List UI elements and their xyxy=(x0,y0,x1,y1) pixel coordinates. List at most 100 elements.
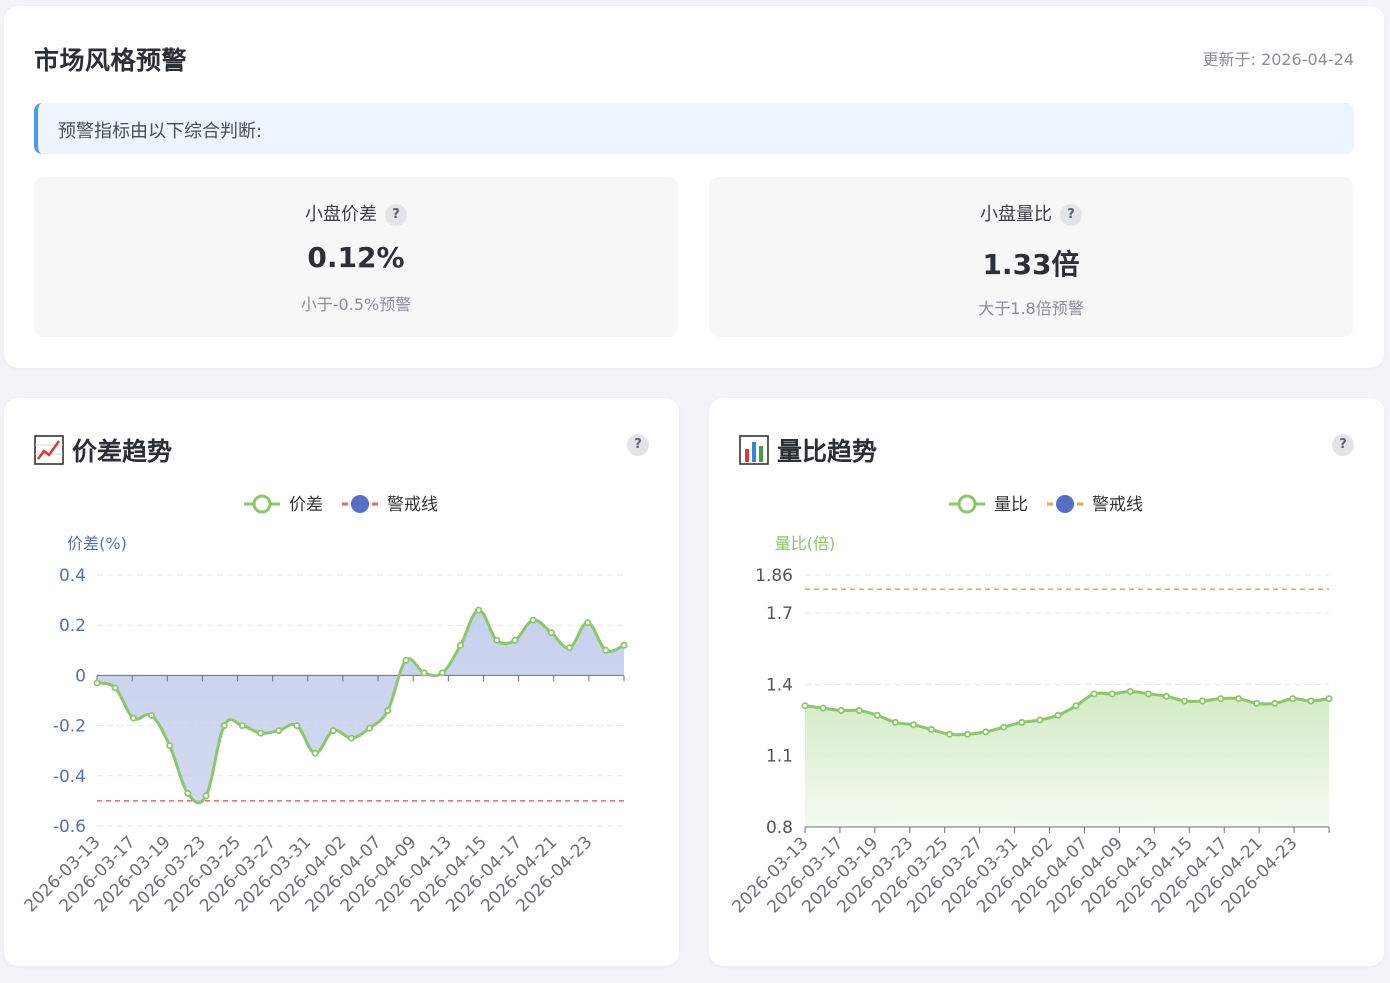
data-point xyxy=(584,619,592,627)
data-point xyxy=(1090,690,1098,698)
data-point xyxy=(475,606,483,614)
data-point xyxy=(1072,702,1080,710)
data-point xyxy=(1289,695,1297,703)
data-point xyxy=(93,679,101,687)
y-axis-title: 价差(%) xyxy=(67,534,127,553)
metric-card-spread: 小盘价差? 0.12% 小于-0.5%预警 xyxy=(34,177,678,337)
data-point xyxy=(275,727,283,735)
data-point xyxy=(529,616,537,624)
data-point xyxy=(1253,699,1261,707)
data-point xyxy=(1199,697,1207,705)
legend-swatch-marker xyxy=(351,495,369,513)
legend: 价差 警戒线 xyxy=(244,494,438,515)
updated-timestamp: 更新于: 2026-04-24 xyxy=(1202,50,1354,69)
y-tick-label: 0.8 xyxy=(766,818,793,838)
data-point xyxy=(1144,690,1152,698)
data-point xyxy=(311,749,319,757)
data-point xyxy=(964,730,972,738)
legend-label: 量比 xyxy=(994,495,1028,515)
data-point xyxy=(1108,690,1116,698)
data-point xyxy=(184,789,192,797)
y-tick-label: 1.7 xyxy=(766,604,793,624)
metric-label: 小盘价差 xyxy=(305,204,377,225)
y-tick-label: 0 xyxy=(75,666,86,686)
y-tick-label: 0.4 xyxy=(59,566,86,586)
spread-trend-card: 价差趋势 ? 价差(%) 0.4 0.2 0 -0.2 -0.4 -0.6 2026-03-1… xyxy=(4,398,679,966)
y-tick-label: -0.6 xyxy=(53,817,86,837)
data-point xyxy=(946,730,954,738)
data-point xyxy=(202,792,210,800)
metric-value: 0.12% xyxy=(307,241,405,274)
data-point xyxy=(1018,718,1026,726)
data-point xyxy=(347,734,355,742)
metric-value: 1.33倍 xyxy=(982,248,1080,281)
legend-label: 警戒线 xyxy=(1092,495,1143,515)
data-point xyxy=(220,722,228,730)
y-tick-label: -0.4 xyxy=(53,767,86,787)
metric-threshold-note: 小于-0.5%预警 xyxy=(300,295,412,314)
data-point xyxy=(238,722,246,730)
help-icon[interactable]: ? xyxy=(385,204,407,226)
data-point xyxy=(384,707,392,715)
legend: 量比 警戒线 xyxy=(949,494,1143,515)
data-point xyxy=(420,669,428,677)
data-point xyxy=(927,726,935,734)
legend-label: 警戒线 xyxy=(387,495,438,515)
help-icon[interactable]: ? xyxy=(1060,204,1082,226)
market-style-warning-card: 市场风格预警 更新于: 2026-04-24 预警指标由以下综合判断: 小盘价差… xyxy=(4,6,1384,368)
info-bar: 预警指标由以下综合判断: xyxy=(34,103,1354,154)
data-point xyxy=(891,718,899,726)
data-point xyxy=(801,702,809,710)
y-tick-label: -0.2 xyxy=(53,717,86,737)
data-point xyxy=(982,728,990,736)
page-title: 市场风格预警 xyxy=(34,46,188,75)
data-point xyxy=(1054,711,1062,719)
data-point xyxy=(1235,695,1243,703)
data-point xyxy=(837,707,845,715)
y-tick-label: 0.2 xyxy=(59,616,86,636)
data-point xyxy=(293,722,301,730)
spread-chart: 价差(%)0.40.20-0.2-0.4-0.62026-03-132026-0… xyxy=(21,494,628,916)
data-point xyxy=(909,721,917,729)
data-point xyxy=(1325,695,1333,703)
data-point xyxy=(1126,687,1134,695)
data-point xyxy=(166,742,174,750)
data-point xyxy=(511,636,519,644)
volume-ratio-trend-card: 量比趋势 ? 量比(倍) 1.86 1.7 1.4 1.1 0.8 2026-03-13 20… xyxy=(709,398,1384,966)
data-point xyxy=(329,727,337,735)
data-point xyxy=(148,712,156,720)
data-point xyxy=(819,704,827,712)
metric-label: 小盘量比 xyxy=(980,204,1052,225)
data-point xyxy=(1271,699,1279,707)
metric-label-row: 小盘价差? xyxy=(34,200,678,226)
legend-label: 价差 xyxy=(289,495,323,515)
y-axis-title: 量比(倍) xyxy=(775,534,836,553)
data-point xyxy=(1180,697,1188,705)
series-area xyxy=(97,610,624,803)
data-point xyxy=(547,629,555,637)
data-point xyxy=(1036,716,1044,724)
data-point xyxy=(1000,723,1008,731)
data-point xyxy=(111,684,119,692)
data-point xyxy=(438,669,446,677)
legend-swatch-marker xyxy=(252,494,272,514)
info-text: 预警指标由以下综合判断: xyxy=(58,121,263,142)
legend-swatch-marker xyxy=(1056,495,1074,513)
data-point xyxy=(257,729,265,737)
data-point xyxy=(565,644,573,652)
legend-swatch-marker xyxy=(957,494,977,514)
data-point xyxy=(129,714,137,722)
y-tick-label: 1.4 xyxy=(766,675,793,695)
y-tick-label: 1.86 xyxy=(755,566,793,586)
data-point xyxy=(402,656,410,664)
data-point xyxy=(493,636,501,644)
data-point xyxy=(855,707,863,715)
data-point xyxy=(620,641,628,649)
volume-ratio-chart: 量比(倍)1.861.71.41.10.82026-03-132026-03-1… xyxy=(729,494,1333,917)
metric-card-volume-ratio: 小盘量比? 1.33倍 大于1.8倍预警 xyxy=(709,177,1353,337)
data-point xyxy=(1217,695,1225,703)
data-point xyxy=(456,641,464,649)
data-point xyxy=(602,646,610,654)
metric-threshold-note: 大于1.8倍预警 xyxy=(978,299,1084,318)
y-tick-label: 1.1 xyxy=(766,747,793,767)
